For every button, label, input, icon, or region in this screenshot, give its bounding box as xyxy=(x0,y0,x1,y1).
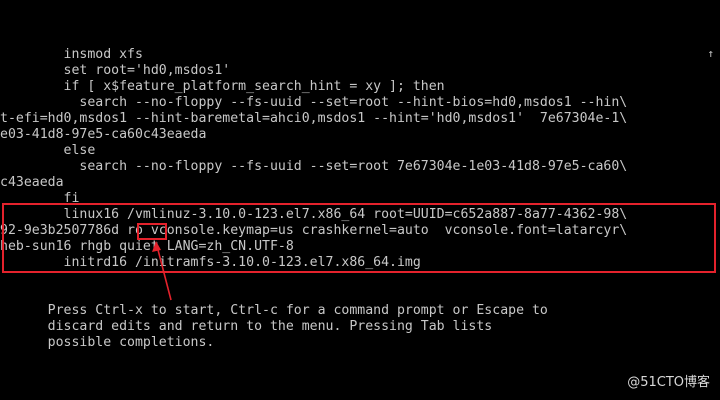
ro-token-highlight-box xyxy=(137,223,167,240)
kernel-line-highlight-box xyxy=(2,203,716,273)
scroll-up-indicator-icon: ↑ xyxy=(707,47,714,60)
help-text-line: discard edits and return to the menu. Pr… xyxy=(0,319,493,334)
grub-edit-screen[interactable]: ↑ insmod xfs set root='hd0,msdos1' if [ … xyxy=(0,0,720,400)
watermark: @51CTO博客 xyxy=(627,375,710,390)
editor-line[interactable]: c43eaeda xyxy=(0,175,64,191)
editor-line[interactable]: t-efi=hd0,msdos1 --hint-baremetal=ahci0,… xyxy=(0,111,627,127)
editor-line[interactable]: e03-41d8-97e5-ca60c43eaeda xyxy=(0,127,206,143)
editor-line[interactable]: if [ x$feature_platform_search_hint = xy… xyxy=(0,79,445,95)
editor-line[interactable]: else xyxy=(0,143,96,159)
editor-line[interactable]: set root='hd0,msdos1' xyxy=(0,63,231,79)
help-text-line: possible completions. xyxy=(0,335,215,350)
editor-line[interactable]: insmod xfs xyxy=(0,47,143,63)
editor-line[interactable]: search --no-floppy --fs-uuid --set=root … xyxy=(0,159,627,175)
editor-line[interactable]: search --no-floppy --fs-uuid --set=root … xyxy=(0,95,627,111)
help-text-line: Press Ctrl-x to start, Ctrl-c for a comm… xyxy=(0,303,548,318)
